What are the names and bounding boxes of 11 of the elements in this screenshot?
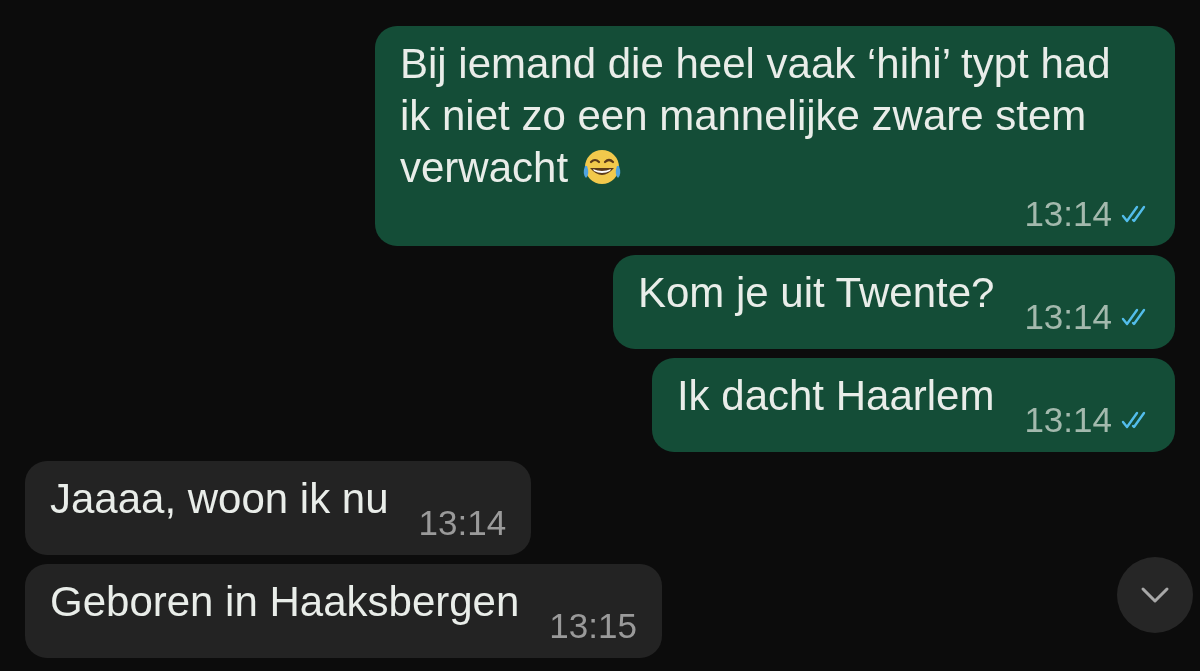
message-text: Ik dacht Haarlem <box>676 371 995 421</box>
chevron-down-icon <box>1140 586 1170 604</box>
message-text: Bij iemand die heel vaak ‘hihi’ typt had ik niet zo een mannelijke zware stem verwacht <box>400 39 1112 193</box>
message-text: Jaaaa, woon ik nu <box>50 474 389 524</box>
message-text: Geboren in Haaksbergen <box>50 577 520 627</box>
message-text: Kom je uit Twente? <box>637 268 995 318</box>
message-time: 13:14 <box>1024 194 1112 234</box>
message-time: 13:14 <box>1024 297 1112 337</box>
message-time: 13:15 <box>549 606 637 646</box>
message-time: 13:14 <box>418 503 507 543</box>
message-time: 13:14 <box>1024 400 1112 440</box>
